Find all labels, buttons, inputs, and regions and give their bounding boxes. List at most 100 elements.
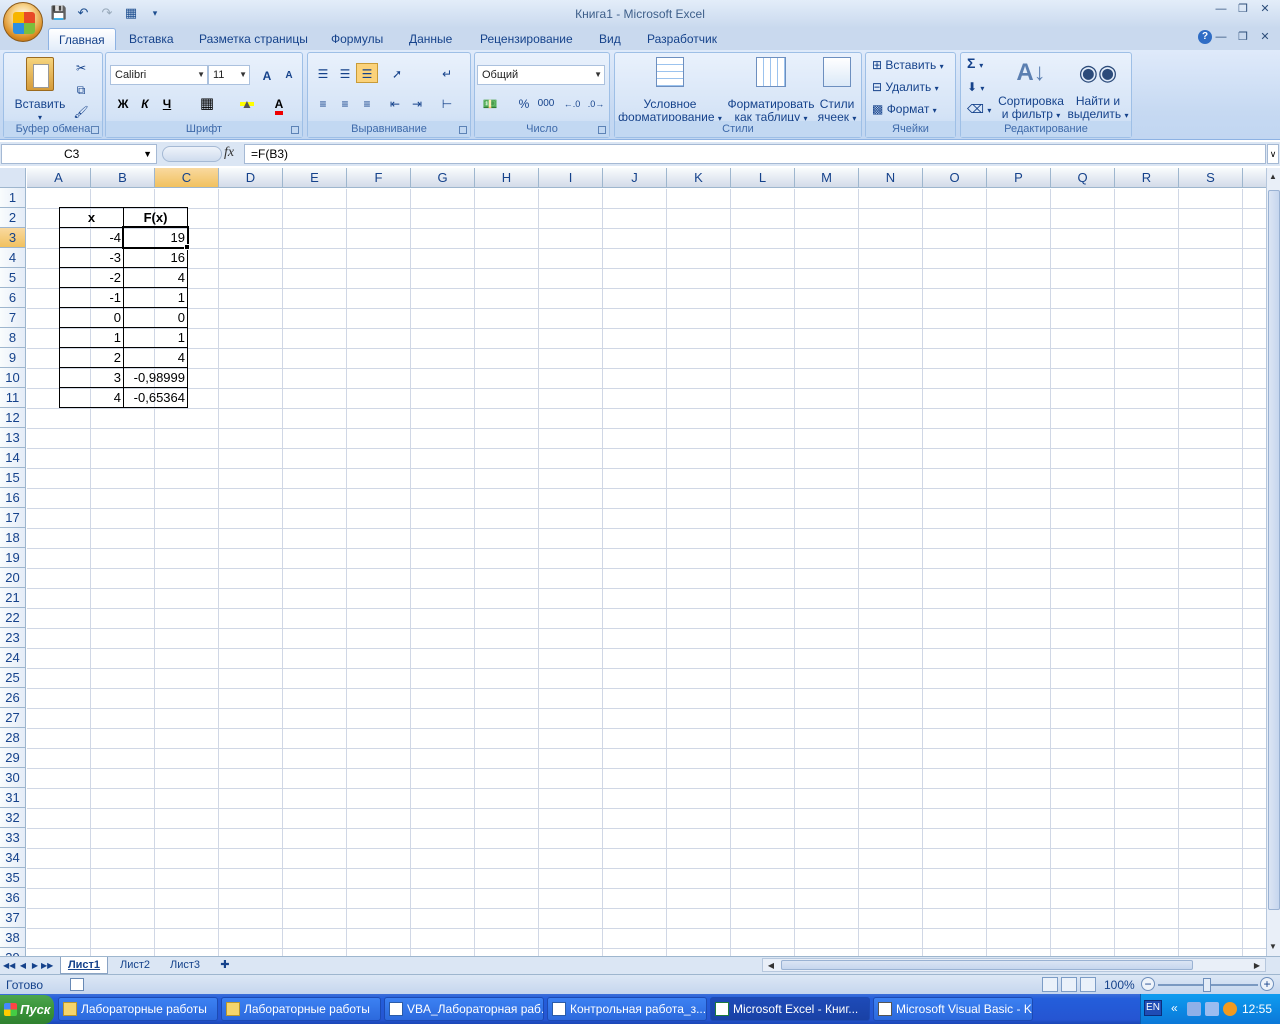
- row-header-16[interactable]: 16: [0, 488, 26, 508]
- row-header-24[interactable]: 24: [0, 648, 26, 668]
- row-header-18[interactable]: 18: [0, 528, 26, 548]
- shrink-font-button[interactable]: A: [278, 65, 300, 85]
- office-button[interactable]: [3, 2, 43, 42]
- row-header-8[interactable]: 8: [0, 328, 26, 348]
- row-header-29[interactable]: 29: [0, 748, 26, 768]
- tab-page-layout[interactable]: Разметка страницы: [189, 28, 318, 50]
- format-as-table-button[interactable]: Форматировать как таблицу ▾: [723, 57, 819, 125]
- row-header-22[interactable]: 22: [0, 608, 26, 628]
- cell-grid[interactable]: [27, 189, 1266, 956]
- taskbar-item-vba[interactable]: Microsoft Visual Basic - K...: [873, 997, 1033, 1021]
- next-sheet-icon[interactable]: ▶: [29, 959, 41, 973]
- format-cells-button[interactable]: ▩ Формат ▾: [872, 103, 937, 117]
- network-icon[interactable]: [1187, 1002, 1201, 1016]
- increase-decimal-icon[interactable]: ←.0: [561, 93, 583, 113]
- column-header-s[interactable]: S: [1179, 168, 1243, 188]
- close-button[interactable]: ✕: [1254, 2, 1276, 16]
- sheet-tab-1[interactable]: Лист1: [60, 957, 108, 974]
- alignment-launcher-icon[interactable]: [459, 126, 467, 134]
- name-box[interactable]: C3 ▼: [1, 144, 157, 164]
- tab-insert[interactable]: Вставка: [119, 28, 184, 50]
- column-header-i[interactable]: I: [539, 168, 603, 188]
- scroll-left-icon[interactable]: ◀: [765, 959, 777, 973]
- workbook-close-button[interactable]: ✕: [1254, 30, 1276, 44]
- column-header-k[interactable]: K: [667, 168, 731, 188]
- row-header-35[interactable]: 35: [0, 868, 26, 888]
- vertical-scrollbar[interactable]: ▲ ▼: [1266, 168, 1280, 956]
- tab-view[interactable]: Вид: [589, 28, 631, 50]
- underline-button[interactable]: Ч: [156, 93, 178, 113]
- wrap-text-icon[interactable]: ↵: [436, 63, 458, 83]
- zoom-in-icon[interactable]: +: [1260, 977, 1274, 991]
- display-icon[interactable]: [1205, 1002, 1219, 1016]
- percent-button[interactable]: %: [513, 93, 535, 113]
- row-header-19[interactable]: 19: [0, 548, 26, 568]
- row-header-12[interactable]: 12: [0, 408, 26, 428]
- align-top-icon[interactable]: ☰: [312, 63, 334, 83]
- prev-sheet-icon[interactable]: ◀: [17, 959, 29, 973]
- row-header-15[interactable]: 15: [0, 468, 26, 488]
- increase-indent-icon[interactable]: ⇥: [406, 93, 428, 113]
- taskbar-item-word-2[interactable]: Контрольная работа_з...: [547, 997, 707, 1021]
- paste-button[interactable]: Вставить ▾: [10, 57, 70, 124]
- bold-button[interactable]: Ж: [112, 93, 134, 113]
- column-header-e[interactable]: E: [283, 168, 347, 188]
- page-layout-view-icon[interactable]: [1061, 977, 1077, 992]
- row-header-37[interactable]: 37: [0, 908, 26, 928]
- column-header-g[interactable]: G: [411, 168, 475, 188]
- restore-button[interactable]: ❐: [1232, 2, 1254, 16]
- decrease-indent-icon[interactable]: ⇤: [384, 93, 406, 113]
- row-header-38[interactable]: 38: [0, 928, 26, 948]
- row-header-10[interactable]: 10: [0, 368, 26, 388]
- grow-font-button[interactable]: A: [256, 65, 278, 85]
- fill-icon[interactable]: ⬇ ▾: [967, 81, 984, 95]
- row-header-6[interactable]: 6: [0, 288, 26, 308]
- row-header-7[interactable]: 7: [0, 308, 26, 328]
- cell-styles-button[interactable]: Стили ячеек ▾: [815, 57, 859, 125]
- row-header-11[interactable]: 11: [0, 388, 26, 408]
- font-color-icon[interactable]: A: [268, 93, 290, 115]
- align-right-icon[interactable]: ≡: [356, 93, 378, 113]
- column-header-f[interactable]: F: [347, 168, 411, 188]
- column-header-m[interactable]: M: [795, 168, 859, 188]
- row-header-30[interactable]: 30: [0, 768, 26, 788]
- formula-bar-splitter[interactable]: [162, 146, 222, 162]
- row-header-27[interactable]: 27: [0, 708, 26, 728]
- copy-icon[interactable]: ⧉: [70, 79, 92, 99]
- column-header-t[interactable]: T: [1243, 168, 1266, 188]
- scroll-up-icon[interactable]: ▲: [1267, 170, 1279, 184]
- currency-icon[interactable]: 💵: [479, 93, 501, 113]
- row-header-28[interactable]: 28: [0, 728, 26, 748]
- normal-view-icon[interactable]: [1042, 977, 1058, 992]
- row-header-1[interactable]: 1: [0, 188, 26, 208]
- workbook-restore-button[interactable]: ❐: [1232, 30, 1254, 44]
- row-header-17[interactable]: 17: [0, 508, 26, 528]
- align-middle-icon[interactable]: ☰: [334, 63, 356, 83]
- conditional-formatting-button[interactable]: Условное форматирование ▾: [617, 57, 723, 125]
- workbook-minimize-button[interactable]: —: [1210, 30, 1232, 44]
- clipboard-launcher-icon[interactable]: [91, 126, 99, 134]
- align-center-icon[interactable]: ≡: [334, 93, 356, 113]
- zoom-slider-thumb[interactable]: [1203, 978, 1211, 992]
- row-header-34[interactable]: 34: [0, 848, 26, 868]
- row-header-20[interactable]: 20: [0, 568, 26, 588]
- autosum-button[interactable]: Σ ▾: [967, 56, 983, 72]
- sheet-tab-2[interactable]: Лист2: [112, 957, 158, 974]
- row-header-4[interactable]: 4: [0, 248, 26, 268]
- row-header-31[interactable]: 31: [0, 788, 26, 808]
- fill-handle[interactable]: [184, 244, 190, 250]
- column-header-p[interactable]: P: [987, 168, 1051, 188]
- minimize-button[interactable]: —: [1210, 2, 1232, 16]
- row-header-36[interactable]: 36: [0, 888, 26, 908]
- font-size-combo[interactable]: 11 ▼: [208, 65, 250, 85]
- select-all-button[interactable]: [0, 168, 26, 188]
- font-launcher-icon[interactable]: [291, 126, 299, 134]
- column-header-n[interactable]: N: [859, 168, 923, 188]
- cut-icon[interactable]: ✂: [70, 57, 92, 77]
- row-header-26[interactable]: 26: [0, 688, 26, 708]
- row-header-25[interactable]: 25: [0, 668, 26, 688]
- tab-formulas[interactable]: Формулы: [321, 28, 393, 50]
- delete-cells-button[interactable]: ⊟ Удалить ▾: [872, 81, 939, 95]
- insert-function-button[interactable]: fx: [224, 145, 234, 161]
- tab-data[interactable]: Данные: [399, 28, 462, 50]
